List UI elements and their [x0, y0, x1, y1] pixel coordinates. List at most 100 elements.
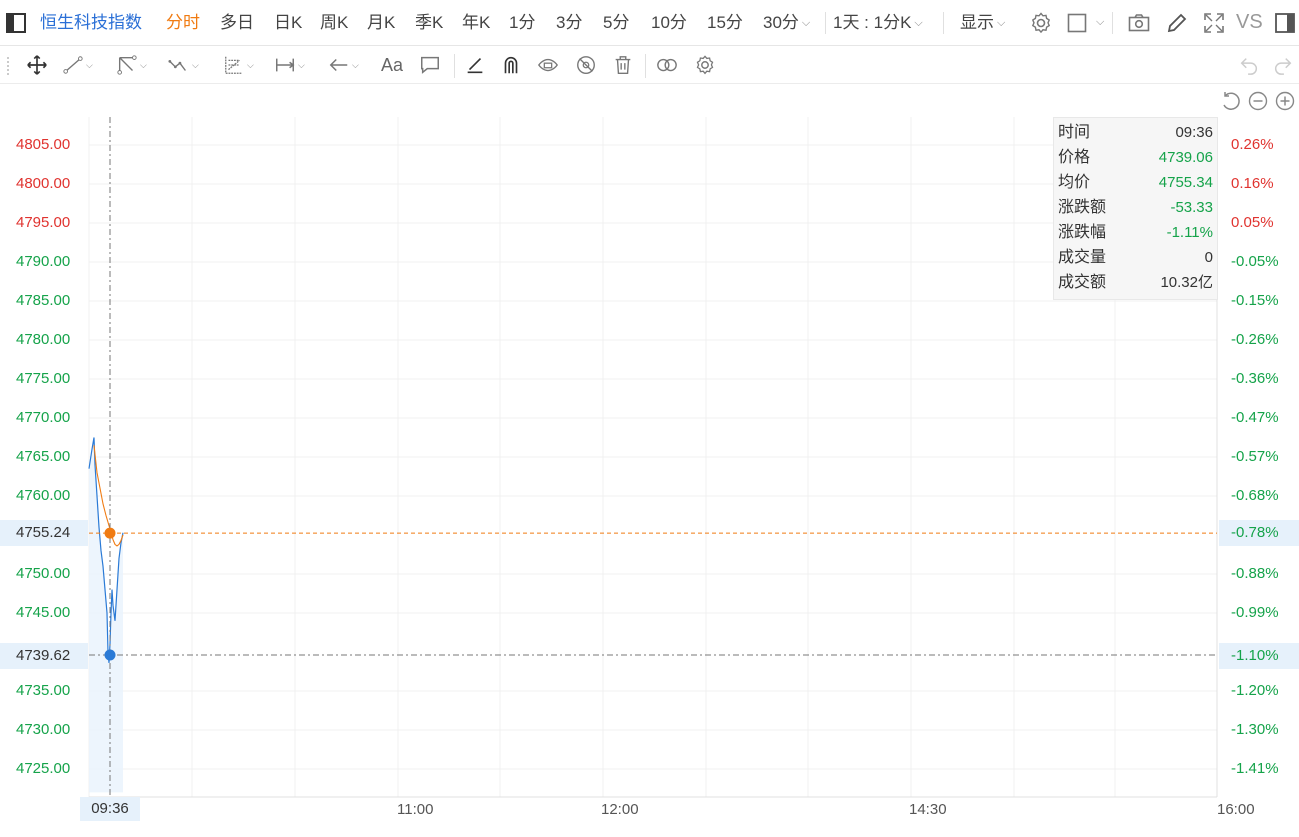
layout-icon[interactable] — [1066, 11, 1090, 35]
cursor-price-marker — [104, 649, 116, 661]
percent-tick-label: -1.41% — [1231, 760, 1279, 777]
period-tab-15min[interactable]: 15分 — [707, 12, 743, 34]
drag-handle-icon[interactable] — [6, 56, 10, 76]
period-tab-1min[interactable]: 1分 — [509, 12, 535, 34]
compare-vs-button[interactable]: VS — [1236, 11, 1263, 33]
price-tick-label: 4785.00 — [16, 292, 71, 309]
reset-zoom-icon[interactable] — [1220, 90, 1242, 112]
pen-tool[interactable] — [464, 54, 486, 76]
chevron-down-icon[interactable]: ⌵ — [1096, 16, 1104, 29]
time-label: 11:00 — [397, 801, 434, 818]
channel-tool[interactable]: ⌵ — [116, 54, 147, 76]
move-icon — [27, 55, 47, 75]
camera-icon[interactable] — [1127, 11, 1151, 35]
sync-tool[interactable] — [656, 54, 678, 76]
divider — [943, 12, 944, 34]
period-tab-multiday[interactable]: 多日 — [220, 12, 254, 34]
info-value: 4755.34 — [1158, 174, 1213, 191]
percent-tick-label: -0.47% — [1231, 409, 1279, 426]
period-tab-5min[interactable]: 5分 — [603, 12, 629, 34]
percent-tick-label: -0.68% — [1231, 487, 1279, 504]
link-icon — [657, 58, 677, 72]
comment-tool[interactable] — [419, 54, 441, 76]
period-tab-year[interactable]: 年K — [462, 12, 490, 34]
percent-tick-label: -0.15% — [1231, 292, 1279, 309]
redo-icon — [1275, 58, 1292, 75]
info-key: 涨跌额 — [1058, 199, 1107, 216]
fullscreen-icon[interactable] — [1202, 11, 1226, 35]
chevron-down-icon: ⌵ — [298, 59, 305, 70]
magnet-tool[interactable] — [500, 54, 522, 76]
period-tab-quarter[interactable]: 季K — [415, 12, 443, 34]
period-tab-day[interactable]: 日K — [274, 12, 302, 34]
symbol-title[interactable]: 恒生科技指数 — [40, 12, 142, 34]
price-tick-label: 4795.00 — [16, 214, 71, 231]
info-row: 均价 4755.34 — [1058, 170, 1213, 195]
period-tab-3min[interactable]: 3分 — [556, 12, 582, 34]
percent-tick-label: -0.57% — [1231, 448, 1279, 465]
fibonacci-tool[interactable]: ⌵ — [223, 54, 254, 76]
info-value: -53.33 — [1170, 199, 1213, 216]
chevron-down-icon: ⌵ — [192, 59, 199, 70]
trend-line-icon — [63, 56, 83, 74]
zoom-in-icon[interactable] — [1274, 90, 1296, 112]
text-tool[interactable]: Aa — [381, 54, 403, 76]
price-tick-label: 4790.00 — [16, 253, 71, 270]
percent-tick-label: -0.05% — [1231, 253, 1279, 270]
trend-line-tool[interactable]: ⌵ — [62, 54, 93, 76]
arrow-tool[interactable]: ⌵ — [328, 54, 359, 76]
drawing-toolbar: ⌵ ⌵ ⌵ ⌵ ⌵ ⌵ Aa — [0, 46, 1299, 84]
period-tab-intraday[interactable]: 分时 — [166, 12, 200, 34]
range-dropdown[interactable]: 1天 : 1分K ⌵ — [833, 12, 923, 34]
period-tab-month[interactable]: 月K — [367, 12, 395, 34]
price-tick-label: 4730.00 — [16, 721, 71, 738]
percent-tick-label: -0.99% — [1231, 604, 1279, 621]
settings-icon[interactable] — [1029, 11, 1053, 35]
pencil-icon[interactable] — [1165, 11, 1189, 35]
drawing-settings-tool[interactable] — [694, 54, 716, 76]
delete-drawings-tool[interactable] — [612, 54, 634, 76]
magnet-icon — [504, 56, 518, 74]
time-label: 14:30 — [909, 801, 947, 818]
info-row: 涨跌幅 -1.11% — [1058, 220, 1213, 245]
price-tick-label: 4760.00 — [16, 487, 71, 504]
price-tick-label: 4770.00 — [16, 409, 71, 426]
zoom-out-icon[interactable] — [1247, 90, 1269, 112]
chevron-down-icon: ⌵ — [914, 17, 923, 29]
redo-button[interactable] — [1272, 54, 1294, 76]
info-key: 时间 — [1058, 124, 1091, 141]
hide-drawings-tool[interactable] — [575, 54, 597, 76]
move-tool[interactable] — [26, 54, 48, 76]
info-row: 成交额 10.32亿 — [1058, 270, 1213, 295]
sidebar-toggle-icon[interactable] — [4, 11, 28, 35]
display-dropdown[interactable]: 显示 ⌵ — [960, 12, 1005, 34]
panel-toggle-icon[interactable] — [1273, 11, 1297, 35]
period-tab-week[interactable]: 周K — [320, 12, 348, 34]
divider — [454, 54, 455, 78]
range-dropdown-label: 1天 : 1分K — [833, 13, 912, 32]
info-row: 涨跌额 -53.33 — [1058, 195, 1213, 220]
crosshair-cursor-price-tag: 4739.62 — [0, 643, 88, 669]
divider — [645, 54, 646, 78]
info-key: 成交量 — [1058, 249, 1107, 266]
lock-drawings-tool[interactable] — [537, 54, 559, 76]
info-row: 时间 09:36 — [1058, 120, 1213, 145]
info-value: 0 — [1204, 249, 1213, 266]
undo-button[interactable] — [1238, 54, 1260, 76]
info-value: 09:36 — [1175, 124, 1213, 141]
channel-icon — [117, 55, 137, 75]
text-tool-label: Aa — [381, 54, 404, 75]
info-key: 成交额 — [1058, 274, 1107, 291]
measure-tool[interactable]: ⌵ — [274, 54, 305, 76]
time-label: 16:00 — [1217, 801, 1255, 818]
period-dropdown[interactable]: 30分 ⌵ — [763, 12, 810, 34]
chevron-down-icon: ⌵ — [247, 59, 254, 70]
price-tick-label: 4745.00 — [16, 604, 71, 621]
crosshair-avg-price-tag: 4755.24 — [0, 520, 88, 546]
wave-tool[interactable]: ⌵ — [168, 54, 199, 76]
info-row: 价格 4739.06 — [1058, 145, 1213, 170]
display-dropdown-label: 显示 — [960, 13, 994, 32]
info-key: 涨跌幅 — [1058, 224, 1107, 241]
period-tab-10min[interactable]: 10分 — [651, 12, 687, 34]
crosshair-avg-percent-tag: -0.78% — [1219, 520, 1299, 546]
